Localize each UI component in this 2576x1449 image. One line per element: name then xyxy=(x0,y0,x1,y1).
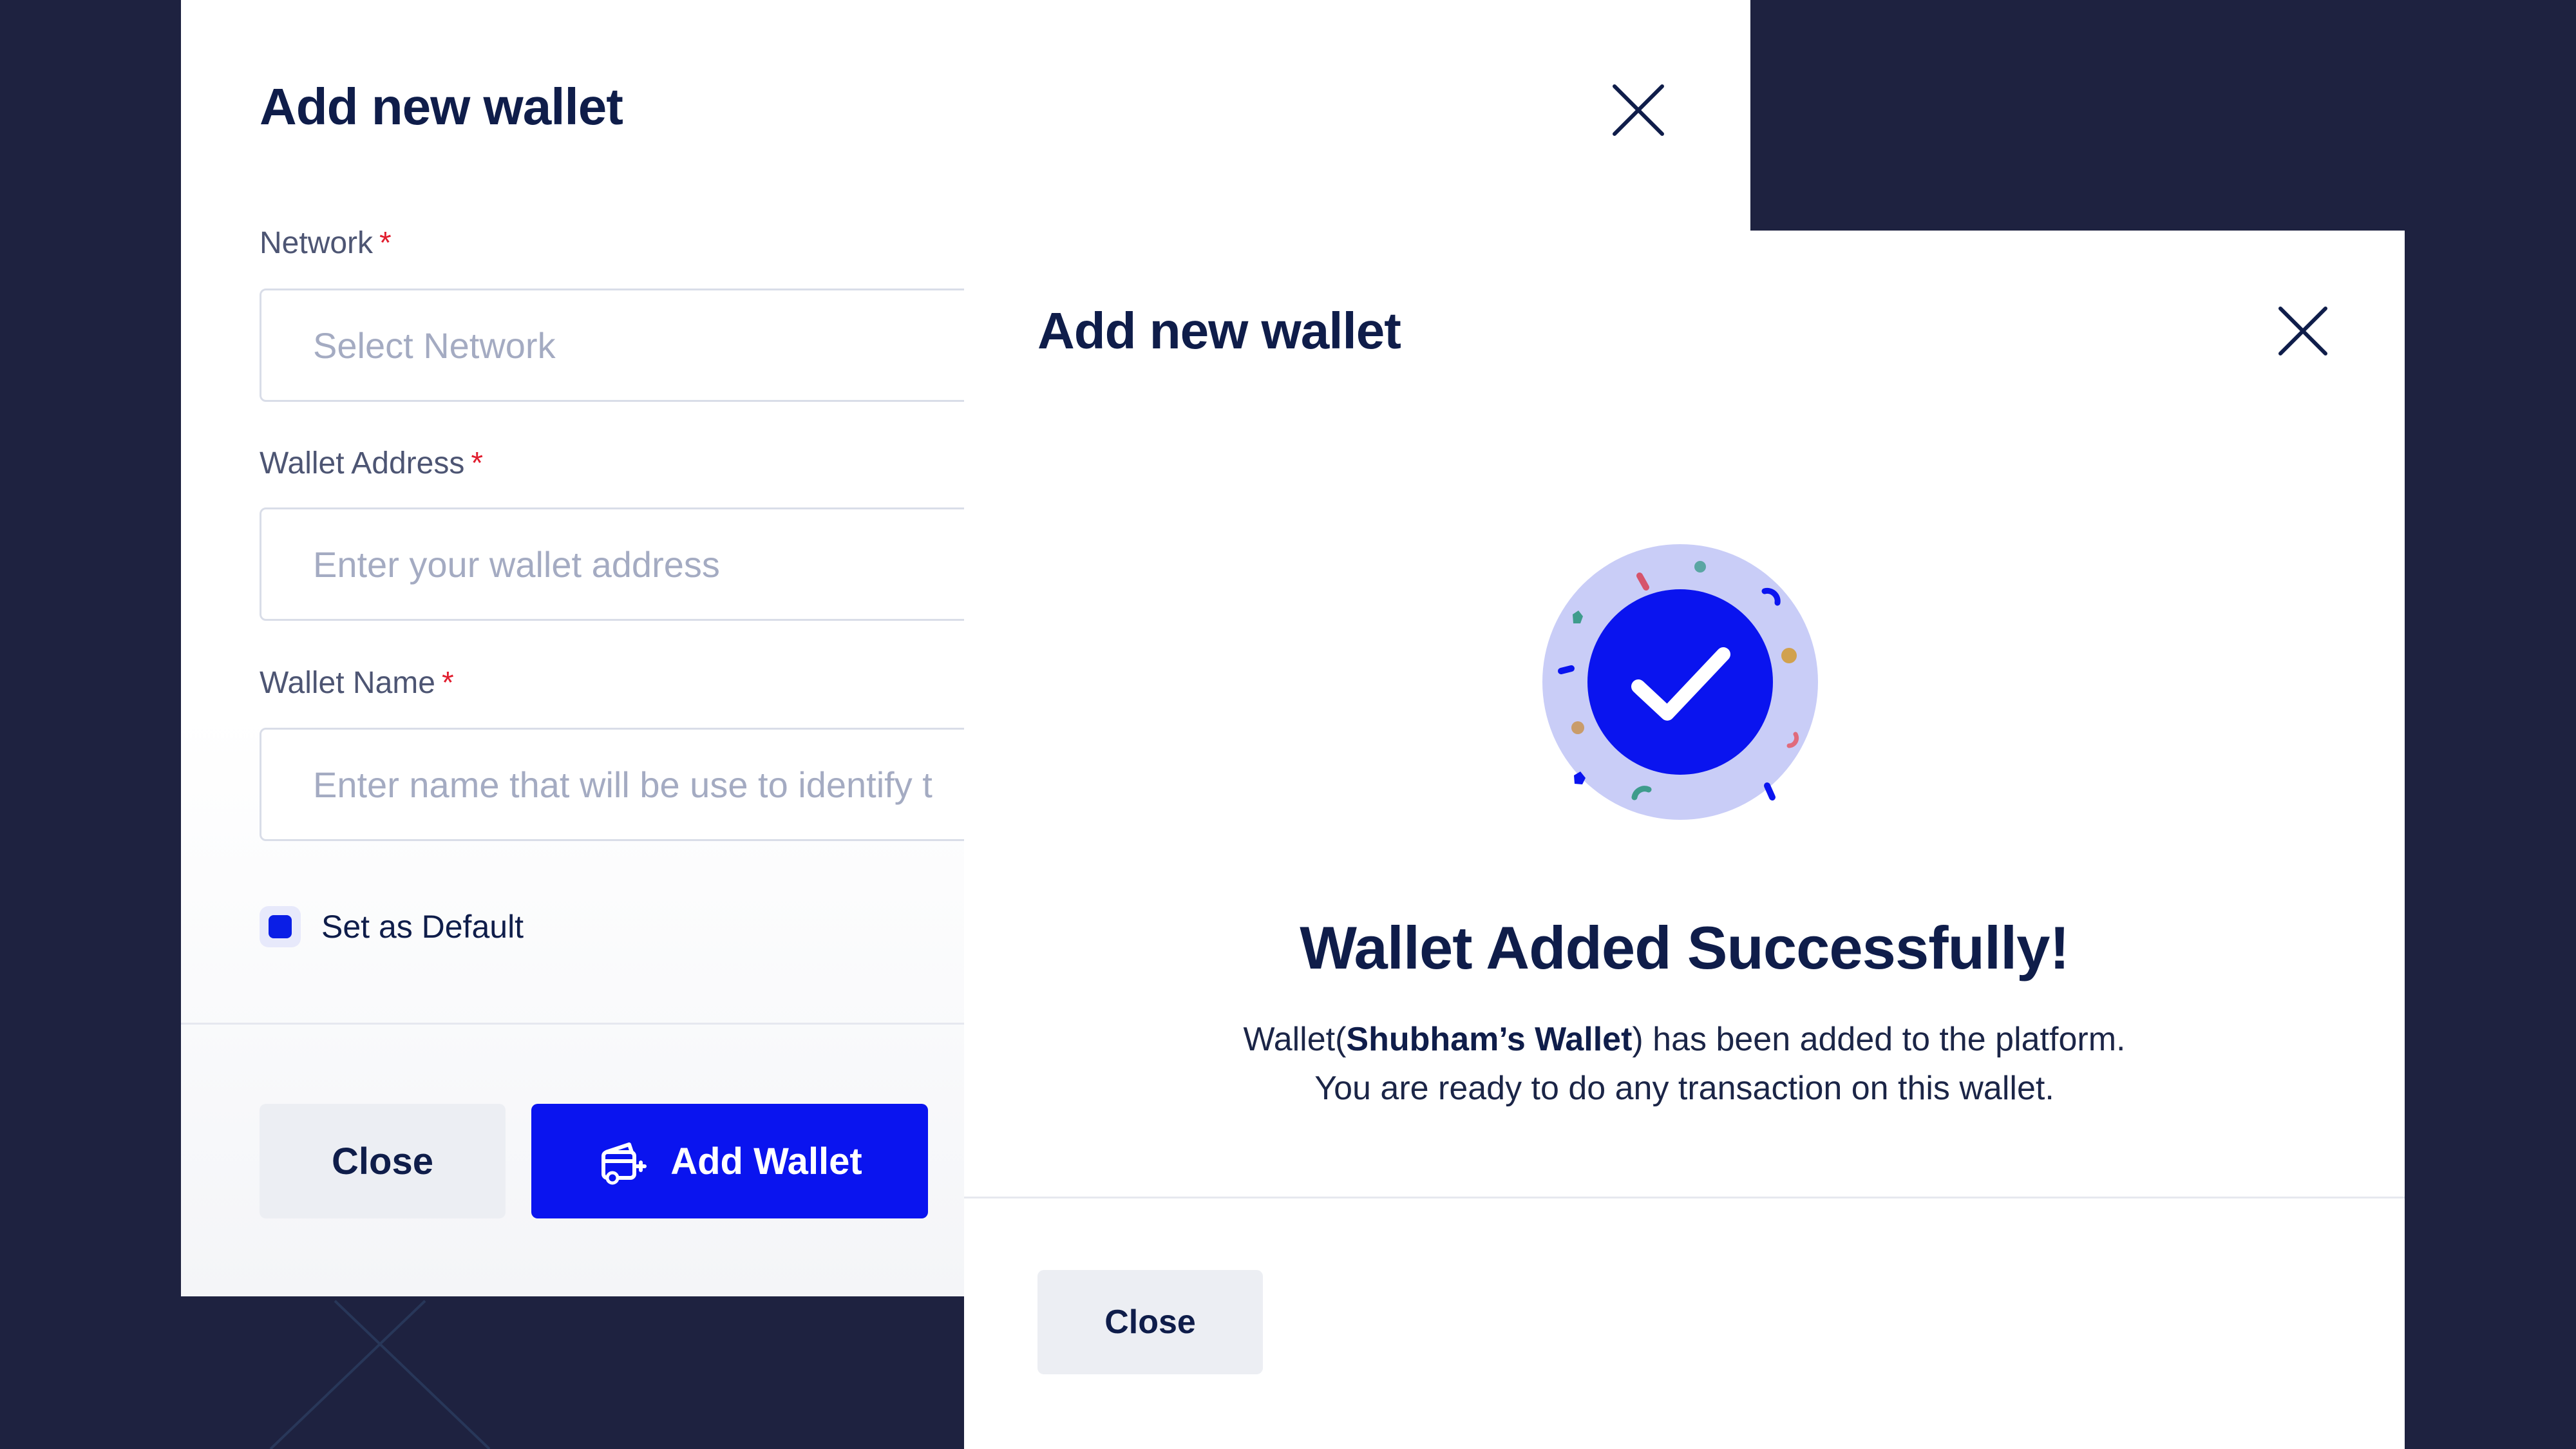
wallet-add-icon xyxy=(601,1142,647,1185)
checkbox-box[interactable] xyxy=(260,906,301,947)
set-default-checkbox[interactable]: Set as Default xyxy=(260,904,524,949)
network-label-text: Network xyxy=(260,226,374,260)
required-marker: * xyxy=(471,446,484,480)
close-icon[interactable] xyxy=(1612,84,1665,137)
close-icon[interactable] xyxy=(2277,305,2329,357)
required-marker: * xyxy=(379,226,392,260)
modal-title: Add new wallet xyxy=(1037,302,1401,359)
message-suffix: ) has been added to the platform. xyxy=(1632,1021,2126,1058)
success-heading: Wallet Added Successfully! xyxy=(1300,914,2070,981)
success-message-line-2: You are ready to do any transaction on t… xyxy=(1314,1070,2054,1107)
wallet-address-label: Wallet Address * xyxy=(260,446,483,481)
wallet-name: Shubham’s Wallet xyxy=(1346,1021,1633,1058)
success-message-line-1: Wallet(Shubham’s Wallet) has been added … xyxy=(964,1015,2405,1064)
add-wallet-button-label: Add Wallet xyxy=(670,1140,862,1182)
set-default-label: Set as Default xyxy=(321,909,524,945)
wallet-name-label: Wallet Name * xyxy=(260,665,454,701)
close-button[interactable]: Close xyxy=(260,1104,506,1218)
modal-title: Add new wallet xyxy=(260,78,623,135)
checkbox-checked-indicator xyxy=(269,915,292,938)
wallet-name-label-text: Wallet Name xyxy=(260,666,435,700)
add-wallet-button[interactable]: Add Wallet xyxy=(531,1104,928,1218)
message-prefix: Wallet( xyxy=(1243,1021,1347,1058)
wallet-added-success-modal: Add new wallet Wallet Added Successfully… xyxy=(964,231,2405,1449)
success-message: Wallet(Shubham’s Wallet) has been added … xyxy=(964,1015,2405,1113)
wallet-address-label-text: Wallet Address xyxy=(260,446,465,480)
network-label: Network * xyxy=(260,225,392,261)
required-marker: * xyxy=(441,666,454,700)
success-check-icon xyxy=(1542,544,1818,820)
footer-divider xyxy=(964,1197,2405,1198)
close-button[interactable]: Close xyxy=(1037,1270,1263,1374)
